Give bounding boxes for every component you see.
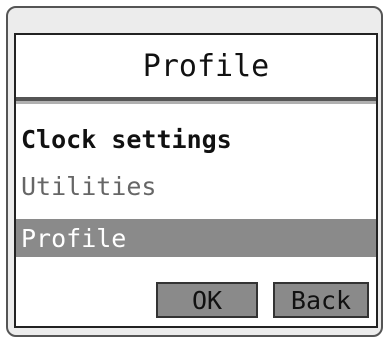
menu-item-label: Profile	[21, 223, 127, 253]
screen-panel: Profile Clock settings Utilities Profile…	[14, 33, 378, 328]
device-frame: Profile Clock settings Utilities Profile…	[6, 6, 383, 337]
title-divider-shadow	[16, 101, 376, 104]
ok-button[interactable]: OK	[156, 282, 258, 318]
menu-item-label: Clock settings	[21, 124, 232, 154]
back-button[interactable]: Back	[273, 282, 369, 318]
menu-item-utilities[interactable]: Utilities	[16, 167, 376, 205]
menu-item-profile[interactable]: Profile	[16, 219, 376, 257]
menu-item-clock-settings[interactable]: Clock settings	[16, 120, 376, 158]
menu-item-label: Utilities	[21, 171, 157, 201]
page-title: Profile	[142, 48, 270, 84]
title-bar: Profile	[16, 35, 376, 97]
